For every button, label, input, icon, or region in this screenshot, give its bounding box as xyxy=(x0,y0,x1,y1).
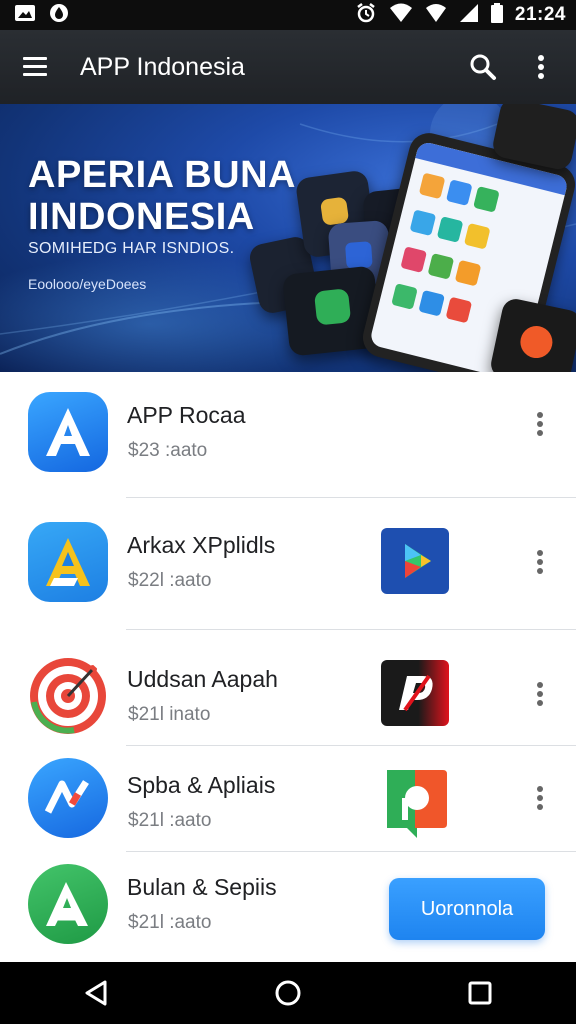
battery-icon xyxy=(490,2,503,28)
banner-headline-line2: IINDONESIA xyxy=(28,196,255,238)
list-item[interactable]: Uddsan Aapah $21l inato xyxy=(0,630,576,746)
app-name: Arkax XPplidls xyxy=(127,532,276,558)
n-arrow-icon xyxy=(28,758,108,838)
app-name: Bulan & Sepiis xyxy=(127,874,277,900)
wifi-icon xyxy=(389,3,413,28)
nav-home-button[interactable] xyxy=(248,962,328,1024)
app-price: $21l inato xyxy=(128,704,211,725)
list-item[interactable]: Arkax XPplidls $22l :aato xyxy=(0,498,576,630)
banner-headline-line1: APERIA BUNA xyxy=(28,154,296,196)
list-item[interactable]: APP Rocaa $23 :aato xyxy=(0,372,576,498)
app-name: APP Rocaa xyxy=(127,402,246,428)
more-vert-icon xyxy=(537,682,543,706)
app-price: $22l :aato xyxy=(128,570,212,591)
item-overflow-button[interactable] xyxy=(528,404,552,444)
status-time: 21:24 xyxy=(514,4,566,25)
home-circle-icon xyxy=(275,980,301,1006)
play-store-icon[interactable] xyxy=(381,528,449,594)
more-vert-icon xyxy=(537,786,543,810)
app-list: APP Rocaa $23 :aato Arkax XPplidls $22l … xyxy=(0,372,576,962)
more-vert-icon xyxy=(537,550,543,574)
search-icon xyxy=(470,54,496,80)
alarm-icon xyxy=(355,2,377,29)
image-notification-icon xyxy=(14,3,36,28)
menu-button[interactable] xyxy=(0,30,72,104)
status-bar: 21:24 xyxy=(0,0,576,30)
app-name: Spba & Apliais xyxy=(127,772,276,798)
banner-headline: APERIA BUNA IINDONESIA xyxy=(28,154,296,238)
page-title: APP Indonesia xyxy=(80,52,245,81)
nav-back-button[interactable] xyxy=(56,962,136,1024)
hamburger-icon xyxy=(23,57,47,76)
banner-phone xyxy=(488,296,576,372)
yellow-a-icon xyxy=(28,522,108,602)
app-bar: APP Indonesia xyxy=(0,30,576,104)
install-button[interactable]: Uoronnola xyxy=(389,878,545,940)
target-icon xyxy=(28,656,108,736)
overflow-menu-button[interactable] xyxy=(512,30,570,104)
blue-a-icon xyxy=(28,392,108,472)
more-vert-icon xyxy=(538,55,544,79)
app-name: Uddsan Aapah xyxy=(127,666,278,692)
item-overflow-button[interactable] xyxy=(528,674,552,714)
app-price: $21l :aato xyxy=(128,810,212,831)
app-price: $23 :aato xyxy=(128,440,208,461)
p-logo-icon[interactable] xyxy=(381,660,449,726)
drop-notification-icon xyxy=(48,2,70,29)
banner-tagline: Eoolooo/eyeDoees xyxy=(28,276,147,292)
recent-square-icon xyxy=(468,981,492,1005)
signal-icon xyxy=(425,3,447,28)
promo-banner[interactable]: APERIA BUNA IINDONESIA SOMIHEDG HAR ISND… xyxy=(0,104,576,372)
back-triangle-icon xyxy=(85,980,107,1006)
chat-bubble-icon[interactable] xyxy=(381,766,449,838)
cell-signal-icon xyxy=(459,3,479,28)
app-screen: 21:24 APP Indonesia APERIA BUNA IINDONES… xyxy=(0,0,576,1024)
system-nav-bar xyxy=(0,962,576,1024)
item-overflow-button[interactable] xyxy=(528,778,552,818)
item-overflow-button[interactable] xyxy=(528,542,552,582)
list-item[interactable]: Spba & Apliais $21l :aato xyxy=(0,746,576,852)
banner-subtitle: SOMIHEDG HAR ISNDIOS. xyxy=(28,240,235,257)
more-vert-icon xyxy=(537,412,543,436)
nav-recent-button[interactable] xyxy=(440,962,520,1024)
green-a-icon xyxy=(28,864,108,944)
search-button[interactable] xyxy=(454,30,512,104)
app-price: $21l :aato xyxy=(128,912,212,933)
